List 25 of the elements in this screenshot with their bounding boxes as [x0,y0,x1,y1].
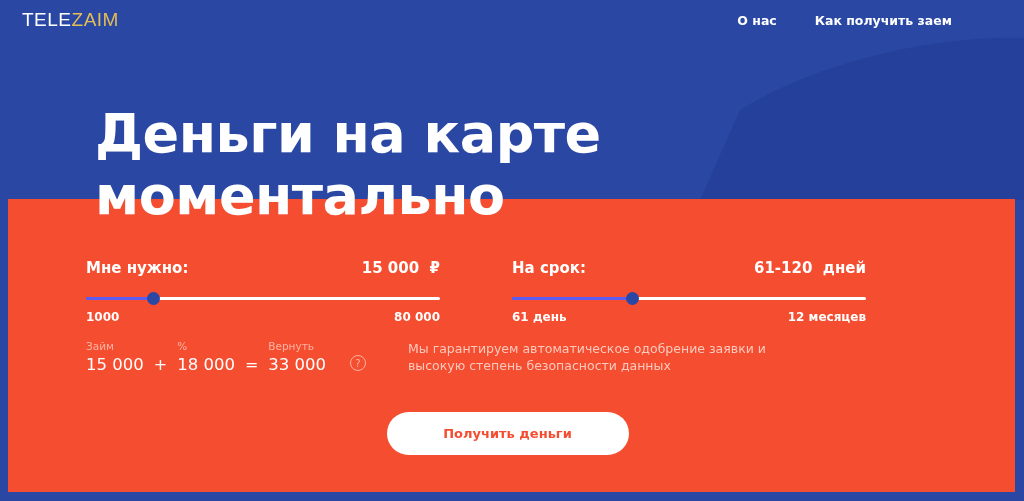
slider-value: 61-120 дней [753,259,866,277]
calc-value: 18 000 [177,355,235,374]
slider-min: 61 день [512,310,567,324]
nav-link[interactable]: Как получить заем [814,12,952,28]
operator: = [244,355,259,374]
logo[interactable]: TELEZAIM [22,9,119,31]
operator: + [153,355,168,374]
slider-thumb[interactable] [147,292,161,305]
slider-max: 12 месяцев [787,310,866,324]
get-money-button[interactable]: Получить деньги [386,412,629,455]
calc-caption: Займ [86,340,115,352]
slider[interactable] [512,292,866,305]
slider[interactable] [86,292,440,305]
calc-caption: % [177,340,189,352]
guarantee-text: Мы гарантируем автоматическое одобрение заявки и высокую степень безопасности данных [408,340,767,374]
slider-label: На срок: [512,259,586,277]
calc-value: 15 000 [86,355,144,374]
slider-max: 80 000 [394,310,440,324]
slider-thumb[interactable] [626,292,640,305]
slider-value: 15 000 ₽ [361,259,440,277]
nav-link[interactable]: О нас [737,12,777,28]
calc-value: 33 000 [268,355,326,374]
slider-min: 1000 [86,310,120,324]
slider-label: Мне нужно: [86,259,189,277]
calc-caption: Вернуть [268,340,315,352]
